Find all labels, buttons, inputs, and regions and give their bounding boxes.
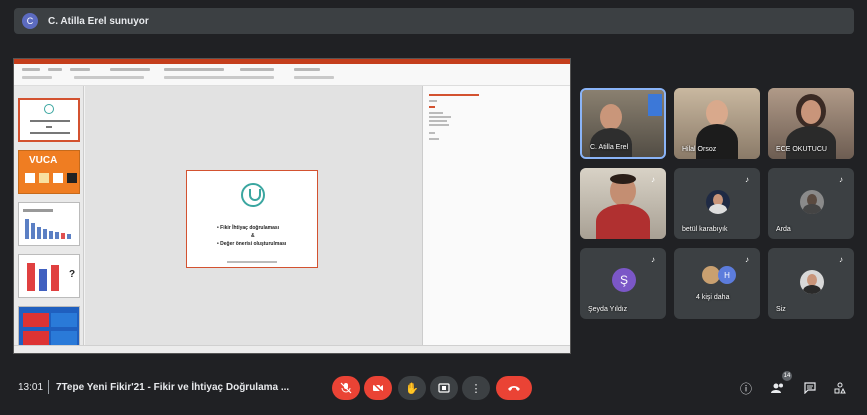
people-icon [771, 383, 783, 393]
meeting-title: 7Tepe Yeni Fikir'21 - Fikir ve İhtiyaç D… [56, 382, 290, 393]
mic-off-button[interactable] [332, 376, 360, 400]
slide-line-2: & [251, 233, 255, 239]
hand-icon: ✋ [405, 382, 419, 395]
participant-tile[interactable]: ♪ Siz [768, 248, 854, 319]
ppt-ribbon [14, 64, 570, 86]
camera-off-icon [372, 382, 384, 394]
logo-icon [241, 183, 265, 207]
info-icon: ⓘ [739, 381, 752, 396]
avatar [800, 190, 824, 214]
presenter-label: C. Atilla Erel sunuyor [48, 15, 149, 27]
participant-tile[interactable]: ♪ H 4 kişi daha [674, 248, 760, 319]
vuca-label: VUCA [29, 155, 58, 166]
participant-name: ECE OKUTUCU [776, 146, 827, 153]
slide-thumbnail[interactable]: VUCA [18, 150, 80, 194]
participant-name: Siz [776, 306, 786, 313]
present-button[interactable] [430, 376, 458, 400]
slide-footer [227, 261, 277, 263]
avatar: Ş [612, 268, 636, 292]
participants-button[interactable] [770, 380, 786, 396]
avatar [800, 270, 824, 294]
ppt-status-bar [14, 345, 570, 353]
activities-button[interactable] [832, 380, 848, 396]
chat-icon [804, 382, 816, 394]
participant-name: C. Atilla Erel [590, 144, 629, 151]
raise-hand-button[interactable]: ✋ [398, 376, 426, 400]
presenter-bar: C C. Atilla Erel sunuyor [14, 8, 854, 34]
participant-name: 4 kişi daha [696, 294, 730, 301]
presenter-avatar: C [22, 13, 38, 29]
participant-tile[interactable]: ♪ Ş Şeyda Yıldız [580, 248, 666, 319]
mic-off-icon: ♪ [651, 255, 655, 264]
participant-tile[interactable]: ♪ betül karabıyık [674, 168, 760, 239]
participant-tile[interactable]: C. Atilla Erel [580, 88, 666, 159]
meet-window: C C. Atilla Erel sunuyor VUCA ? • Fikir … [0, 0, 867, 415]
divider [48, 380, 49, 394]
mic-off-icon: ♪ [745, 255, 749, 264]
slide-canvas: • Fikir İhtiyaç doğrulaması & • Değer ön… [85, 86, 422, 353]
participant-tile[interactable]: Hilal Orsoz [674, 88, 760, 159]
slide-thumbnail[interactable] [18, 306, 80, 350]
slide-line-3: • Değer önerisi oluşturulması [217, 241, 287, 247]
bottom-bar: 13:01 7Tepe Yeni Fikir'21 - Fikir ve İht… [0, 362, 867, 415]
participant-name: Hilal Orsoz [682, 146, 717, 153]
participant-count-badge: 14 [782, 371, 792, 381]
avatar [706, 190, 730, 214]
mic-off-icon: ♪ [839, 255, 843, 264]
slide-thumbnail[interactable] [18, 202, 80, 246]
shared-screen[interactable]: VUCA ? • Fikir İhtiyaç doğrulaması & • D… [13, 58, 571, 354]
participant-name: betül karabıyık [682, 226, 728, 233]
present-icon [438, 383, 450, 393]
activities-icon [834, 382, 846, 394]
avatar: H [718, 266, 736, 284]
participant-tile[interactable]: ♪ Arda [768, 168, 854, 239]
participant-tile[interactable]: ♪ [580, 168, 666, 239]
mic-off-icon [340, 382, 352, 394]
more-vert-icon: ⋮ [470, 382, 482, 395]
meeting-details-button[interactable]: ⓘ [738, 380, 754, 396]
camera-off-button[interactable] [364, 376, 392, 400]
current-slide: • Fikir İhtiyaç doğrulaması & • Değer ön… [186, 170, 318, 268]
chat-button[interactable] [802, 380, 818, 396]
slide-thumbnail[interactable]: ? [18, 254, 80, 298]
participant-name: Şeyda Yıldız [588, 306, 628, 313]
end-call-icon [508, 386, 520, 391]
meeting-time: 13:01 [18, 382, 44, 393]
participant-name: Arda [776, 226, 791, 233]
side-pane [422, 86, 570, 353]
mic-off-icon: ♪ [745, 175, 749, 184]
leave-call-button[interactable] [496, 376, 532, 400]
mic-off-icon: ♪ [651, 175, 655, 184]
participant-tile[interactable]: ECE OKUTUCU [768, 88, 854, 159]
slide-thumbnail[interactable] [18, 98, 80, 142]
slide-line-1: • Fikir İhtiyaç doğrulaması [217, 225, 280, 231]
mic-off-icon: ♪ [839, 175, 843, 184]
slide-thumbnails: VUCA ? [14, 86, 84, 353]
more-options-button[interactable]: ⋮ [462, 376, 490, 400]
